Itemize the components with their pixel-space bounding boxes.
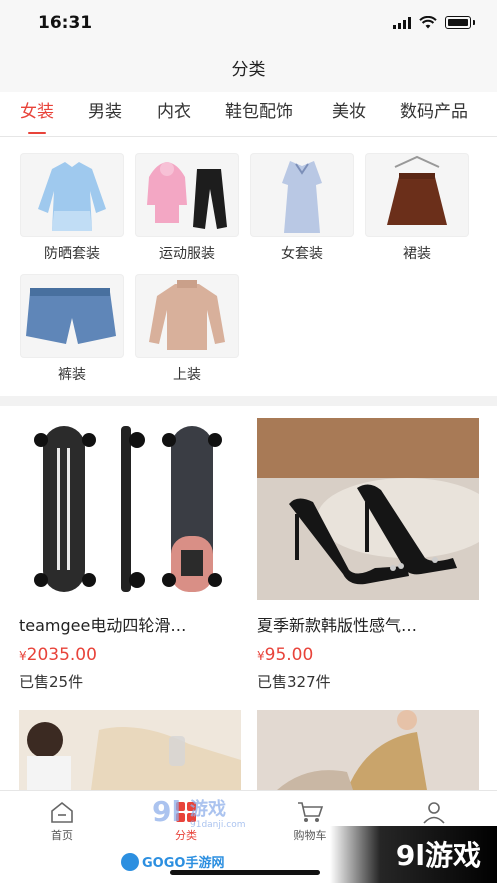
tab-label: 鞋包配饰 [225,102,293,122]
product-card[interactable] [19,710,241,790]
product-price: ¥95.00 [257,645,479,665]
subcategory-thumbnail [135,274,239,358]
tab-mens[interactable]: 男装 [88,92,122,136]
product-grid: teamgee电动四轮滑… ¥2035.00 已售25件 夏季新款韩版性感气… … [0,406,497,790]
watermark-logo-top: 9l 游戏 91danji.com [150,793,250,831]
cart-icon [270,799,350,825]
product-card[interactable] [257,710,479,790]
status-icons [393,16,475,29]
subcategory-label: 裤装 [58,367,86,383]
home-icon [22,799,102,825]
tab-shoes-bags[interactable]: 鞋包配饰 [225,92,293,136]
tabbar-label: 首页 [51,829,73,842]
tab-label: 数码产品 [400,102,468,122]
status-time: 16:31 [38,13,93,33]
tab-label: 美妆 [332,102,366,122]
sold-count: 已售25件 [19,673,84,691]
watermark-logo-bottom-right: 9l游戏 [330,826,497,883]
subcategory-label: 女套装 [281,246,323,262]
product-name: 夏季新款韩版性感气… [257,616,418,635]
subcategory-pants[interactable]: 裤装 [20,274,124,384]
currency-symbol: ¥ [19,649,27,663]
tab-digital[interactable]: 数码产品 [400,92,468,136]
active-tab-indicator [28,132,46,134]
subcategory-thumbnail [365,153,469,237]
subcategory-label: 上装 [173,367,201,383]
subcategory-tops[interactable]: 上装 [135,274,239,384]
battery-tip [473,20,475,25]
home-indicator [170,870,320,875]
watermark-sub-text: 91danji.com [190,820,245,830]
subcategory-womens-set[interactable]: 女套装 [250,153,354,263]
currency-symbol: ¥ [257,649,265,663]
tab-cosmetics[interactable]: 美妆 [332,92,366,136]
watermark-bottom-right-text: 9l游戏 [395,839,481,872]
product-card[interactable]: teamgee电动四轮滑… ¥2035.00 已售25件 [19,418,241,692]
product-card[interactable]: 夏季新款韩版性感气… ¥95.00 已售327件 [257,418,479,692]
product-price: ¥2035.00 [19,645,241,665]
subcategory-label: 裙装 [403,246,431,262]
price-value: 2035.00 [26,645,97,665]
subcategory-skirts[interactable]: 裙装 [365,153,469,263]
tab-label: 女装 [20,102,54,122]
svg-text:9l: 9l [152,795,181,828]
user-icon [394,799,474,825]
price-value: 95.00 [264,645,314,665]
section-divider [0,396,497,406]
product-image [257,418,479,600]
subcategory-thumbnail [20,274,124,358]
tab-label: 内衣 [157,102,191,122]
tab-label: 男装 [88,102,122,122]
cellular-signal-icon [393,16,411,29]
watermark-gogo-text: GOGO手游网 [142,855,224,871]
tab-womens[interactable]: 女装 [20,92,54,136]
subcategory-grid: 防晒套装 运动服装 女套装 裙装 裤装 上装 [0,137,497,396]
product-image [19,710,241,790]
page-title: 分类 [231,60,266,80]
tabbar-profile[interactable] [394,799,474,827]
subcategory-thumbnail [135,153,239,237]
subcategory-thumbnail [20,153,124,237]
navigation-bar: 分类 [0,48,497,92]
subcategory-label: 运动服装 [159,246,215,262]
subcategory-thumbnail [250,153,354,237]
sold-count: 已售327件 [257,673,331,691]
watermark-top-text: 游戏 [190,798,226,820]
wifi-icon [419,16,437,29]
subcategory-sun-protection-set[interactable]: 防晒套装 [20,153,124,263]
subcategory-sportswear[interactable]: 运动服装 [135,153,239,263]
subcategory-label: 防晒套装 [44,246,100,262]
status-bar: 16:31 [0,0,497,48]
tab-underwear[interactable]: 内衣 [157,92,191,136]
category-tabs: 女装 男装 内衣 鞋包配饰 美妆 数码产品 [0,92,497,137]
battery-icon [445,16,471,29]
product-name: teamgee电动四轮滑… [19,616,187,635]
product-image [257,710,479,790]
tabbar-home[interactable]: 首页 [22,799,102,843]
product-image [19,418,241,600]
